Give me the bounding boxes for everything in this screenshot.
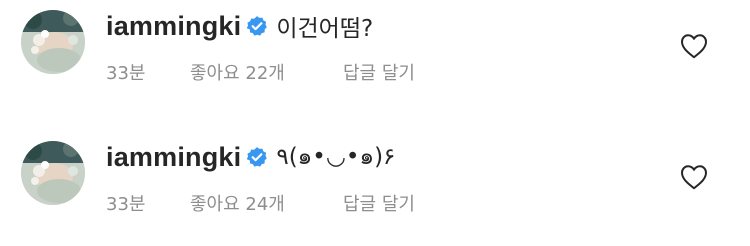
comment-timestamp[interactable]: 33분: [106, 59, 190, 85]
comment-header: iammingki 이건어떰?: [106, 8, 373, 44]
likes-count-button[interactable]: 좋아요 22개: [190, 59, 343, 85]
comment-item: iammingki 이건어떰? 33분 좋아요 22개 답글 달기: [0, 0, 750, 110]
reply-button[interactable]: 답글 달기: [343, 59, 415, 85]
avatar[interactable]: [21, 141, 85, 205]
comment-item: iammingki ٩(๑•◡•๑)۶ 33분 좋아요 24개 답글 달기: [0, 131, 750, 241]
comment-text: ٩(๑•◡•๑)۶: [276, 144, 396, 170]
comment-text: 이건어떰?: [276, 16, 374, 42]
verified-badge-icon: [246, 15, 268, 37]
verified-badge-icon: [246, 146, 268, 168]
reply-button[interactable]: 답글 달기: [343, 190, 415, 216]
heart-outline-icon[interactable]: [680, 164, 708, 190]
avatar-image: [21, 141, 85, 205]
username-link[interactable]: iammingki: [106, 142, 241, 173]
username-link[interactable]: iammingki: [106, 11, 241, 42]
likes-count-button[interactable]: 좋아요 24개: [190, 190, 343, 216]
comment-timestamp[interactable]: 33분: [106, 190, 190, 216]
avatar-image: [21, 10, 85, 74]
comment-meta: 33분 좋아요 22개 답글 달기: [106, 56, 415, 88]
heart-outline-icon[interactable]: [680, 33, 708, 59]
comment-meta: 33분 좋아요 24개 답글 달기: [106, 187, 415, 219]
comment-header: iammingki ٩(๑•◡•๑)۶: [106, 139, 395, 175]
avatar[interactable]: [21, 10, 85, 74]
